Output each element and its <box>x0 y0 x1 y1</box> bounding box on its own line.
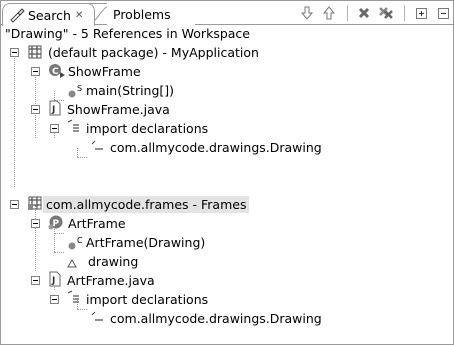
collapse-toggle[interactable] <box>31 276 40 285</box>
tree-item-import-declarations[interactable]: import declarations <box>83 290 211 309</box>
tree-item-label: ArtFrame <box>68 216 126 231</box>
tree-item-label: com.allmycode.drawings.Drawing <box>110 140 322 155</box>
class-icon: C <box>48 62 65 78</box>
class-icon: P <box>48 214 64 230</box>
toolbar-separator <box>404 5 405 21</box>
package-icon <box>27 44 43 60</box>
tree-connector <box>77 309 87 310</box>
tree-connector <box>54 91 55 100</box>
tree-connector <box>14 53 15 187</box>
next-match-icon[interactable] <box>297 4 317 22</box>
tree-item-label: ShowFrame <box>68 64 141 79</box>
svg-text:C: C <box>52 67 59 77</box>
tree-item-label: main(String[]) <box>86 83 175 98</box>
imports-icon <box>65 119 81 135</box>
tree-item-artframe-java[interactable]: ArtFrame.java <box>64 271 158 290</box>
tree-item-label: ShowFrame.java <box>67 102 170 117</box>
previous-match-icon[interactable] <box>319 4 339 22</box>
tree-item-label: ArtFrame(Drawing) <box>86 235 206 250</box>
tree-item-showframe[interactable]: ShowFrame <box>65 62 144 81</box>
search-view: Search ✕ Problems "Drawing" - 5 Referenc… <box>0 0 454 345</box>
tree-item-showframe-java[interactable]: ShowFrame.java <box>64 100 173 119</box>
collapse-toggle[interactable] <box>10 48 19 57</box>
tree-item-label: com.allmycode.frames - Frames <box>43 196 250 213</box>
tree-item-import[interactable]: com.allmycode.drawings.Drawing <box>107 309 325 328</box>
view-toolbar <box>297 3 453 23</box>
tab-problems-label: Problems <box>113 6 171 22</box>
tree-item-frames-package[interactable]: com.allmycode.frames - Frames <box>43 195 250 214</box>
tab-search[interactable]: Search ✕ <box>2 3 95 26</box>
tree-item-import-declarations[interactable]: import declarations <box>83 119 211 138</box>
tree-item-artframe-constructor[interactable]: ArtFrame(Drawing) <box>83 233 208 252</box>
toolbar-separator <box>347 5 348 21</box>
svg-text:P: P <box>53 219 60 229</box>
collapse-all-icon[interactable] <box>433 4 453 22</box>
tree-item-default-package[interactable]: (default package) - MyApplication <box>45 43 262 62</box>
collapse-toggle[interactable] <box>31 67 40 76</box>
java-file-icon: J <box>47 271 63 287</box>
tree-item-artframe[interactable]: ArtFrame <box>65 214 129 233</box>
remove-selected-icon[interactable] <box>354 4 374 22</box>
import-icon <box>89 140 105 156</box>
tab-close-icon[interactable]: ✕ <box>75 10 83 21</box>
java-file-icon: J <box>47 100 63 116</box>
collapse-toggle[interactable] <box>31 105 40 114</box>
expand-all-icon[interactable] <box>411 4 431 22</box>
import-icon <box>89 311 105 327</box>
results-summary-text: "Drawing" - 5 References in Workspace <box>5 26 250 41</box>
tree-item-label: com.allmycode.drawings.Drawing <box>110 311 322 326</box>
tree-item-label: drawing <box>88 254 139 269</box>
imports-icon <box>65 290 81 306</box>
svg-text:J: J <box>51 105 55 115</box>
tab-problems[interactable]: Problems <box>107 3 195 25</box>
svg-text:J: J <box>51 276 55 286</box>
search-flashlight-icon <box>9 7 25 23</box>
collapse-toggle[interactable] <box>50 124 59 133</box>
field-icon <box>67 256 83 272</box>
tree-connector <box>35 205 36 271</box>
collapse-toggle[interactable] <box>31 219 40 228</box>
tree-item-main-method[interactable]: main(String[]) <box>83 81 177 100</box>
tab-search-label: Search <box>28 7 71 23</box>
package-icon <box>27 195 43 211</box>
tree-item-drawing-field[interactable]: drawing <box>85 252 141 271</box>
tree-connector <box>54 252 64 253</box>
tree-connector <box>54 233 64 234</box>
tree-item-label: ArtFrame.java <box>67 273 155 288</box>
tree-connector <box>77 148 78 157</box>
tree-connector <box>77 157 87 158</box>
tree-item-label: import declarations <box>86 121 209 136</box>
tree-item-label: (default package) - MyApplication <box>48 45 259 60</box>
collapse-toggle[interactable] <box>50 295 59 304</box>
view-tab-bar: Search ✕ Problems <box>1 0 453 26</box>
results-summary: "Drawing" - 5 References in Workspace <box>1 24 453 43</box>
method-icon: S <box>67 84 83 101</box>
tree-item-label: import declarations <box>86 292 209 307</box>
collapse-toggle[interactable] <box>10 200 19 209</box>
remove-all-icon[interactable] <box>376 4 396 22</box>
constructor-icon: C <box>67 236 83 253</box>
tree-item-import[interactable]: com.allmycode.drawings.Drawing <box>107 138 325 157</box>
svg-text:S: S <box>77 85 82 93</box>
